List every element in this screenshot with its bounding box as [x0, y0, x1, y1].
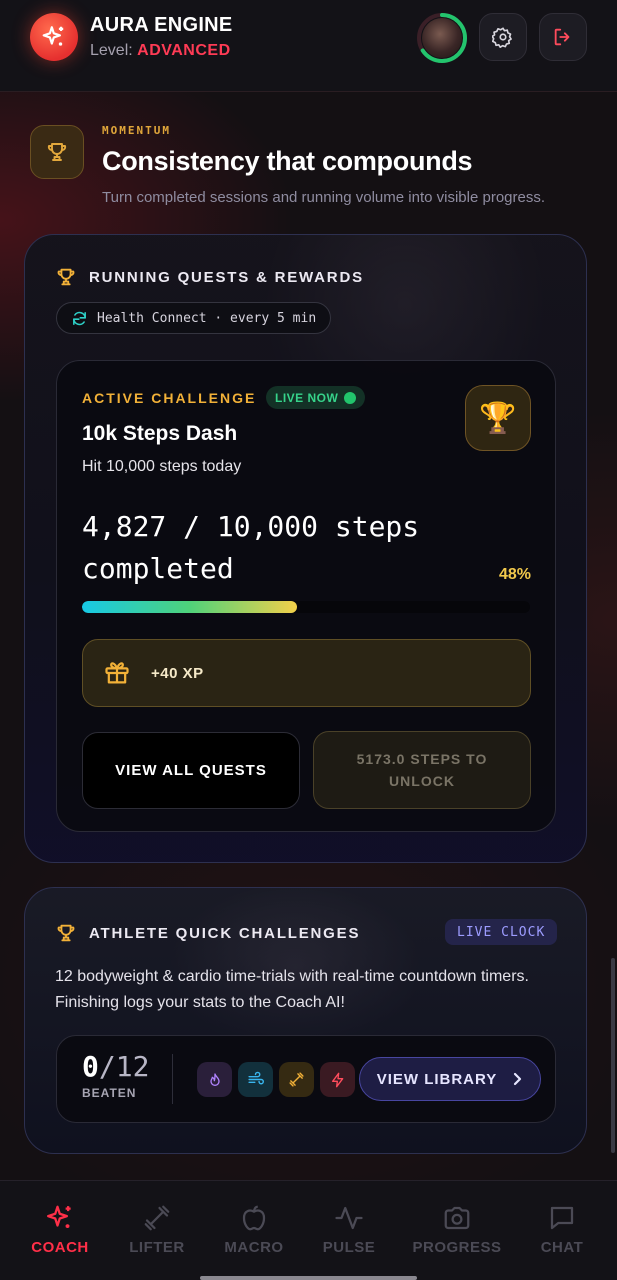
- nav-item-pulse[interactable]: PULSE: [299, 1203, 399, 1256]
- reward-box: +40 XP: [82, 639, 531, 707]
- athlete-description: 12 bodyweight & cardio time-trials with …: [55, 968, 529, 1011]
- trophy-icon: [57, 268, 75, 286]
- beaten-count: 0/12: [82, 1050, 149, 1083]
- live-clock-badge: LIVE CLOCK: [445, 919, 558, 945]
- nav-label: CHAT: [540, 1239, 584, 1256]
- beaten-total: /12: [98, 1050, 150, 1083]
- nav-item-coach[interactable]: COACH: [10, 1203, 110, 1256]
- nav-label: LIFTER: [129, 1239, 185, 1256]
- live-status-badge: LIVE NOW: [266, 386, 366, 409]
- sparkle-icon: [42, 26, 64, 46]
- trophy-icon: 🏆: [479, 401, 517, 435]
- apple-icon: [242, 1205, 266, 1231]
- progress-percent: 48%: [499, 566, 532, 583]
- steps-to-unlock-button[interactable]: 5173.0 STEPS TO UNLOCK: [313, 731, 531, 809]
- steps-progress-text: 4,827 / 10,000 steps completed: [82, 510, 420, 585]
- logout-icon: [554, 28, 570, 46]
- challenge-trophy: 🏆: [465, 385, 531, 451]
- nav-item-chat[interactable]: CHAT: [512, 1203, 612, 1256]
- chat-icon: [550, 1206, 574, 1230]
- bolt-icon: [331, 1072, 343, 1087]
- scrollbar[interactable]: [611, 958, 615, 1153]
- chevron-right-icon: [514, 1072, 522, 1086]
- trophy-icon: [47, 143, 67, 161]
- nav-item-progress[interactable]: PROGRESS: [407, 1203, 507, 1256]
- athlete-title: ATHLETE QUICK CHALLENGES: [89, 924, 361, 942]
- active-challenge-panel: ACTIVE CHALLENGE LIVE NOW 🏆 10k Steps Da…: [56, 360, 556, 832]
- nav-item-lifter[interactable]: LIFTER: [107, 1203, 207, 1256]
- dumbbell-icon: [289, 1072, 304, 1087]
- live-dot-icon: [344, 391, 357, 404]
- gift-icon: [105, 662, 129, 684]
- nav-label: COACH: [31, 1239, 89, 1256]
- sync-icon: [73, 311, 86, 325]
- active-challenge-label: ACTIVE CHALLENGE: [82, 390, 257, 406]
- reward-xp: +40 XP: [151, 664, 204, 682]
- user-level: Level: ADVANCED: [90, 42, 231, 60]
- flame-icon: [209, 1072, 220, 1086]
- sparkle-icon: [47, 1205, 71, 1228]
- live-status-text: LIVE NOW: [275, 390, 339, 405]
- view-library-label: VIEW LIBRARY: [376, 1070, 498, 1088]
- athlete-challenges-card: ATHLETE QUICK CHALLENGES LIVE CLOCK 12 b…: [24, 887, 587, 1154]
- level-value: ADVANCED: [137, 42, 231, 59]
- progress-bar: [82, 601, 530, 613]
- stats-divider: [172, 1054, 173, 1104]
- challenge-description: Hit 10,000 steps today: [82, 458, 242, 475]
- category-bolt[interactable]: [320, 1062, 355, 1097]
- momentum-badge: [30, 125, 84, 179]
- category-dumbbell[interactable]: [279, 1062, 314, 1097]
- camera-icon: [444, 1206, 470, 1230]
- app-title: AURA ENGINE: [90, 14, 233, 36]
- avatar-button[interactable]: [416, 12, 468, 64]
- app-header: AURA ENGINE Level: ADVANCED: [0, 0, 617, 92]
- avatar: [422, 18, 462, 58]
- nav-item-macro[interactable]: MACRO: [204, 1203, 304, 1256]
- pulse-icon: [335, 1206, 363, 1230]
- nav-label: PULSE: [322, 1239, 376, 1256]
- category-flame[interactable]: [197, 1062, 232, 1097]
- trophy-icon: [57, 924, 75, 942]
- bottom-nav: COACH LIFTER MACRO PULSE PROGRESS CHAT: [0, 1180, 617, 1280]
- athlete-header: ATHLETE QUICK CHALLENGES: [55, 922, 360, 944]
- settings-button[interactable]: [479, 13, 527, 61]
- nav-label: PROGRESS: [412, 1239, 502, 1256]
- gear-icon: [492, 27, 512, 48]
- dumbbell-icon: [144, 1205, 170, 1231]
- nav-label: MACRO: [224, 1239, 284, 1256]
- logout-button[interactable]: [539, 13, 587, 61]
- view-all-quests-button[interactable]: VIEW ALL QUESTS: [82, 732, 300, 809]
- challenge-stats-panel: 0/12 BEATEN VIEW LIBRARY: [56, 1035, 556, 1123]
- home-indicator[interactable]: [200, 1276, 417, 1280]
- momentum-kicker: MOMENTUM: [102, 124, 171, 137]
- beaten-number: 0: [82, 1050, 99, 1083]
- level-prefix: Level:: [90, 42, 133, 59]
- running-quests-card: RUNNING QUESTS & REWARDS Health Connect …: [24, 234, 587, 863]
- category-wind[interactable]: [238, 1062, 273, 1097]
- view-library-button[interactable]: VIEW LIBRARY: [359, 1057, 541, 1101]
- sync-label: Health Connect · every 5 min: [97, 310, 317, 326]
- quests-header: RUNNING QUESTS & REWARDS: [55, 266, 364, 288]
- quests-title: RUNNING QUESTS & REWARDS: [89, 268, 364, 286]
- momentum-subtitle: Turn completed sessions and running volu…: [102, 189, 546, 206]
- wind-icon: [248, 1071, 264, 1085]
- beaten-label: BEATEN: [82, 1086, 137, 1100]
- app-logo: [30, 13, 78, 61]
- momentum-title: Consistency that compounds: [102, 146, 473, 176]
- health-connect-sync[interactable]: Health Connect · every 5 min: [56, 302, 332, 334]
- challenge-name: 10k Steps Dash: [82, 422, 238, 445]
- progress-bar-fill: [82, 601, 298, 613]
